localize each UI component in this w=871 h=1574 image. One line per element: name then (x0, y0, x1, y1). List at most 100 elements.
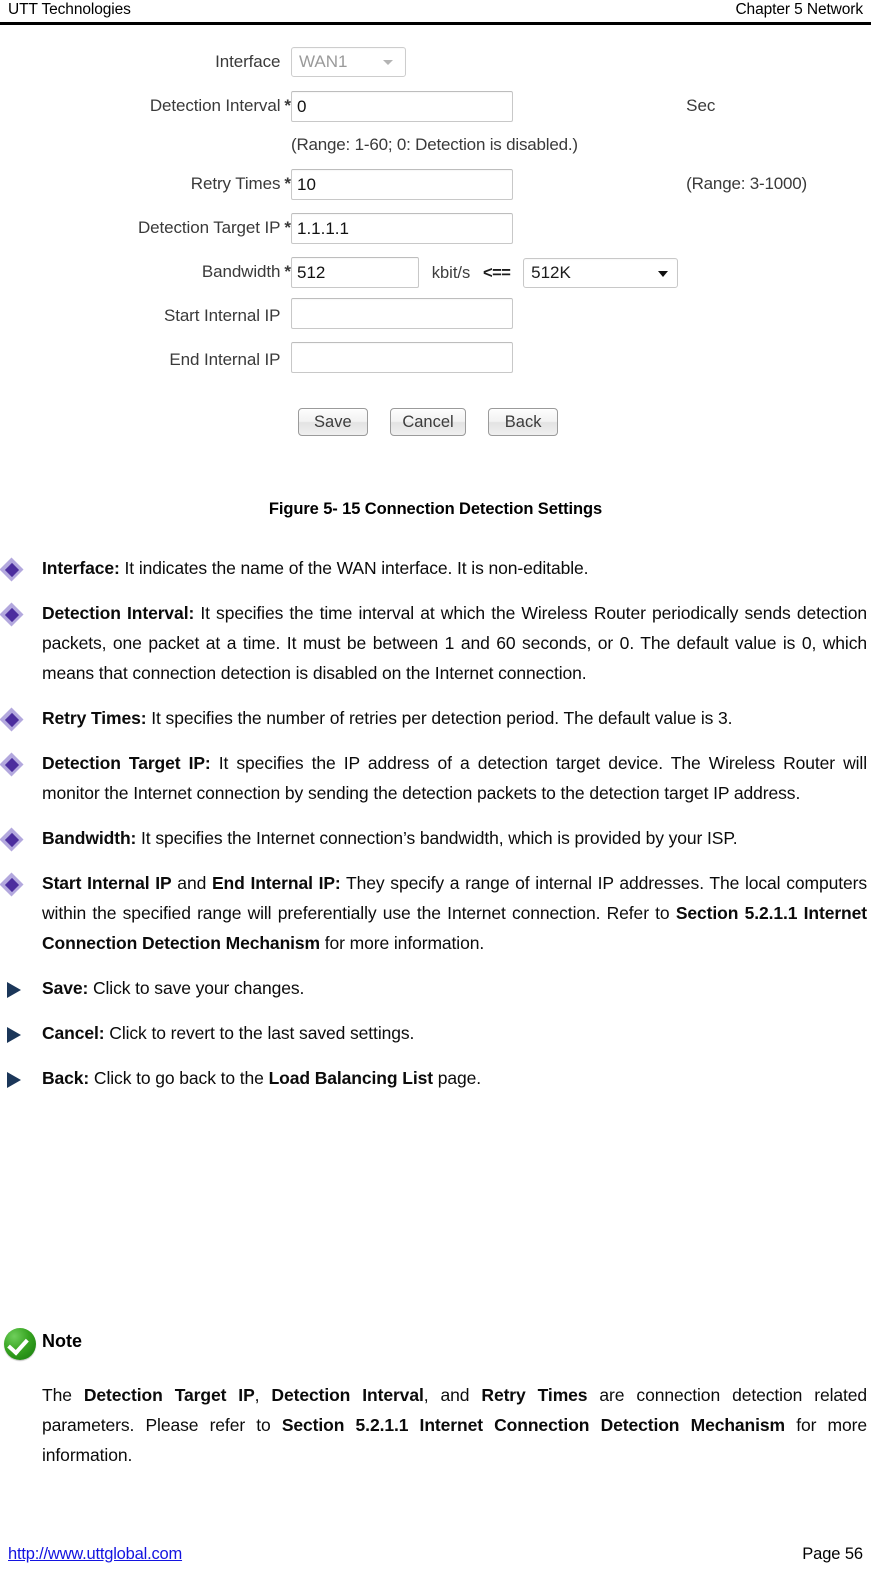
retry-times-input[interactable]: 10 (291, 168, 513, 200)
detection-interval-required-asterisk: * (284, 96, 291, 115)
detection-target-ip-input[interactable]: 1.1.1.1 (291, 212, 513, 244)
list-item: Detection Target IP: It specifies the IP… (0, 748, 871, 808)
start-internal-ip-tail-cell (678, 294, 807, 338)
triangle-bullet-icon (7, 1027, 21, 1043)
list-item: Interface: It indicates the name of the … (0, 553, 871, 583)
detection-interval-field-cell: 0 (291, 84, 678, 128)
end-internal-ip-field-cell (291, 338, 678, 382)
note-separator-1: , (254, 1385, 272, 1405)
note-term-retry-times: Retry Times (481, 1385, 588, 1405)
parameter-description-list: Interface: It indicates the name of the … (0, 553, 871, 1093)
list-item: Detection Interval: It specifies the tim… (0, 598, 871, 688)
list-item-text: Click to revert to the last saved settin… (104, 1023, 415, 1043)
connection-detection-form: Interface WAN1 Detection Interval * 0 Se… (138, 40, 807, 382)
note-body: The Detection Target IP, Detection Inter… (0, 1380, 871, 1470)
list-item: Bandwidth: It specifies the Internet con… (0, 823, 871, 853)
footer-website-link[interactable]: http://www.uttglobal.com (8, 1545, 182, 1564)
bandwidth-unit: kbit/s (431, 263, 471, 282)
form-button-row: Save Cancel Back (138, 408, 718, 436)
bandwidth-field-cell: 512 kbit/s <== 512K (291, 250, 679, 294)
interface-select-value: WAN1 (299, 52, 348, 71)
back-button[interactable]: Back (488, 408, 559, 436)
cancel-button[interactable]: Cancel (390, 408, 466, 436)
diamond-bullet-icon (0, 827, 24, 852)
detection-interval-label: Detection Interval (149, 96, 281, 115)
start-internal-ip-required-cell (284, 294, 291, 338)
list-item-text-tail: for more information. (320, 933, 485, 953)
list-item: Save: Click to save your changes. (0, 973, 871, 1003)
diamond-bullet-icon (0, 602, 24, 627)
list-item-term: Retry Times: (42, 708, 147, 728)
retry-times-field-cell: 10 (291, 162, 678, 206)
interface-select[interactable]: WAN1 (291, 47, 406, 77)
triangle-bullet-icon (7, 1072, 21, 1088)
bandwidth-tail-cell (678, 250, 807, 294)
diamond-bullet-icon (0, 707, 24, 732)
header-chapter-title: Chapter 5 Network (735, 1, 863, 18)
note-title: Note (42, 1331, 82, 1351)
list-item: Start Internal IP and End Internal IP: T… (0, 868, 871, 958)
list-item-term: Detection Target IP: (42, 753, 211, 773)
header-divider (0, 22, 871, 25)
list-item: Cancel: Click to revert to the last save… (0, 1018, 871, 1048)
list-item-text: It specifies the number of retries per d… (146, 708, 733, 728)
diamond-bullet-icon (0, 752, 24, 777)
bandwidth-preset-value: 512K (531, 262, 571, 282)
note-lead: The (42, 1385, 84, 1405)
interface-field-cell: WAN1 (291, 40, 678, 84)
list-item-text: It indicates the name of the WAN interfa… (119, 558, 589, 578)
list-item-text: It specifies the Internet connection’s b… (136, 828, 738, 848)
interface-unit-cell (678, 40, 807, 84)
form-row-detection-interval: Detection Interval * 0 Sec (138, 84, 807, 128)
start-internal-ip-field-cell (291, 294, 678, 338)
interface-required-cell (284, 40, 291, 84)
figure-caption: Figure 5- 15 Connection Detection Settin… (268, 500, 603, 518)
detection-target-ip-label: Detection Target IP (138, 218, 281, 237)
list-item-term: Bandwidth: (42, 828, 137, 848)
detection-interval-unit: Sec (686, 96, 716, 115)
end-internal-ip-required-cell (284, 338, 291, 382)
start-internal-ip-input[interactable] (291, 298, 513, 329)
list-item-page-ref: Load Balancing List (268, 1068, 433, 1088)
detection-interval-hint: (Range: 1-60; 0: Detection is disabled.) (291, 135, 578, 154)
chevron-down-icon (383, 60, 393, 65)
spacer-cell-b (284, 128, 291, 162)
bandwidth-input[interactable]: 512 (291, 256, 419, 288)
retry-times-required-asterisk: * (284, 174, 291, 193)
list-item-term: Detection Interval: (42, 603, 195, 623)
bandwidth-required-asterisk: * (284, 262, 291, 281)
list-item-term: Save: (42, 978, 89, 998)
detection-interval-input[interactable]: 0 (291, 90, 513, 122)
note-heading: Note (0, 1326, 871, 1366)
list-item-term: Start Internal IP (42, 873, 172, 893)
diamond-bullet-icon (0, 557, 24, 582)
footer-page-number: Page 56 (802, 1544, 863, 1563)
bandwidth-preset-select[interactable]: 512K (523, 257, 679, 288)
bandwidth-apply-arrow-icon: <== (482, 263, 511, 282)
form-row-interface: Interface WAN1 (138, 40, 807, 84)
note-separator-2: , and (423, 1385, 482, 1405)
detection-target-ip-unit-cell (678, 206, 807, 250)
interface-label: Interface (215, 52, 281, 71)
note-term-detection-interval: Detection Interval (271, 1385, 424, 1405)
start-internal-ip-label: Start Internal IP (163, 306, 281, 325)
page-footer: http://www.uttglobal.com Page 56 (0, 1540, 871, 1568)
list-item: Back: Click to go back to the Load Balan… (0, 1063, 871, 1093)
list-item-text: Click to go back to the (89, 1068, 269, 1088)
bandwidth-label: Bandwidth (201, 262, 281, 281)
end-internal-ip-input[interactable] (291, 342, 513, 373)
save-button[interactable]: Save (297, 408, 368, 436)
end-internal-ip-label: End Internal IP (169, 350, 281, 369)
list-item-term: Cancel: (42, 1023, 105, 1043)
list-item: Retry Times: It specifies the number of … (0, 703, 871, 733)
connection-detection-form-figure: Interface WAN1 Detection Interval * 0 Se… (0, 40, 871, 436)
diamond-bullet-icon (0, 872, 24, 897)
list-item-term-secondary: End Internal IP: (211, 873, 341, 893)
spacer-cell-a (138, 128, 284, 162)
form-row-retry-times: Retry Times * 10 (Range: 3-1000) (138, 162, 807, 206)
form-row-detection-target-ip: Detection Target IP * 1.1.1.1 (138, 206, 807, 250)
list-item-term: Interface: (42, 558, 120, 578)
list-item-term: Back: (42, 1068, 90, 1088)
form-row-start-internal-ip: Start Internal IP (138, 294, 807, 338)
check-circle-icon (4, 1328, 36, 1360)
